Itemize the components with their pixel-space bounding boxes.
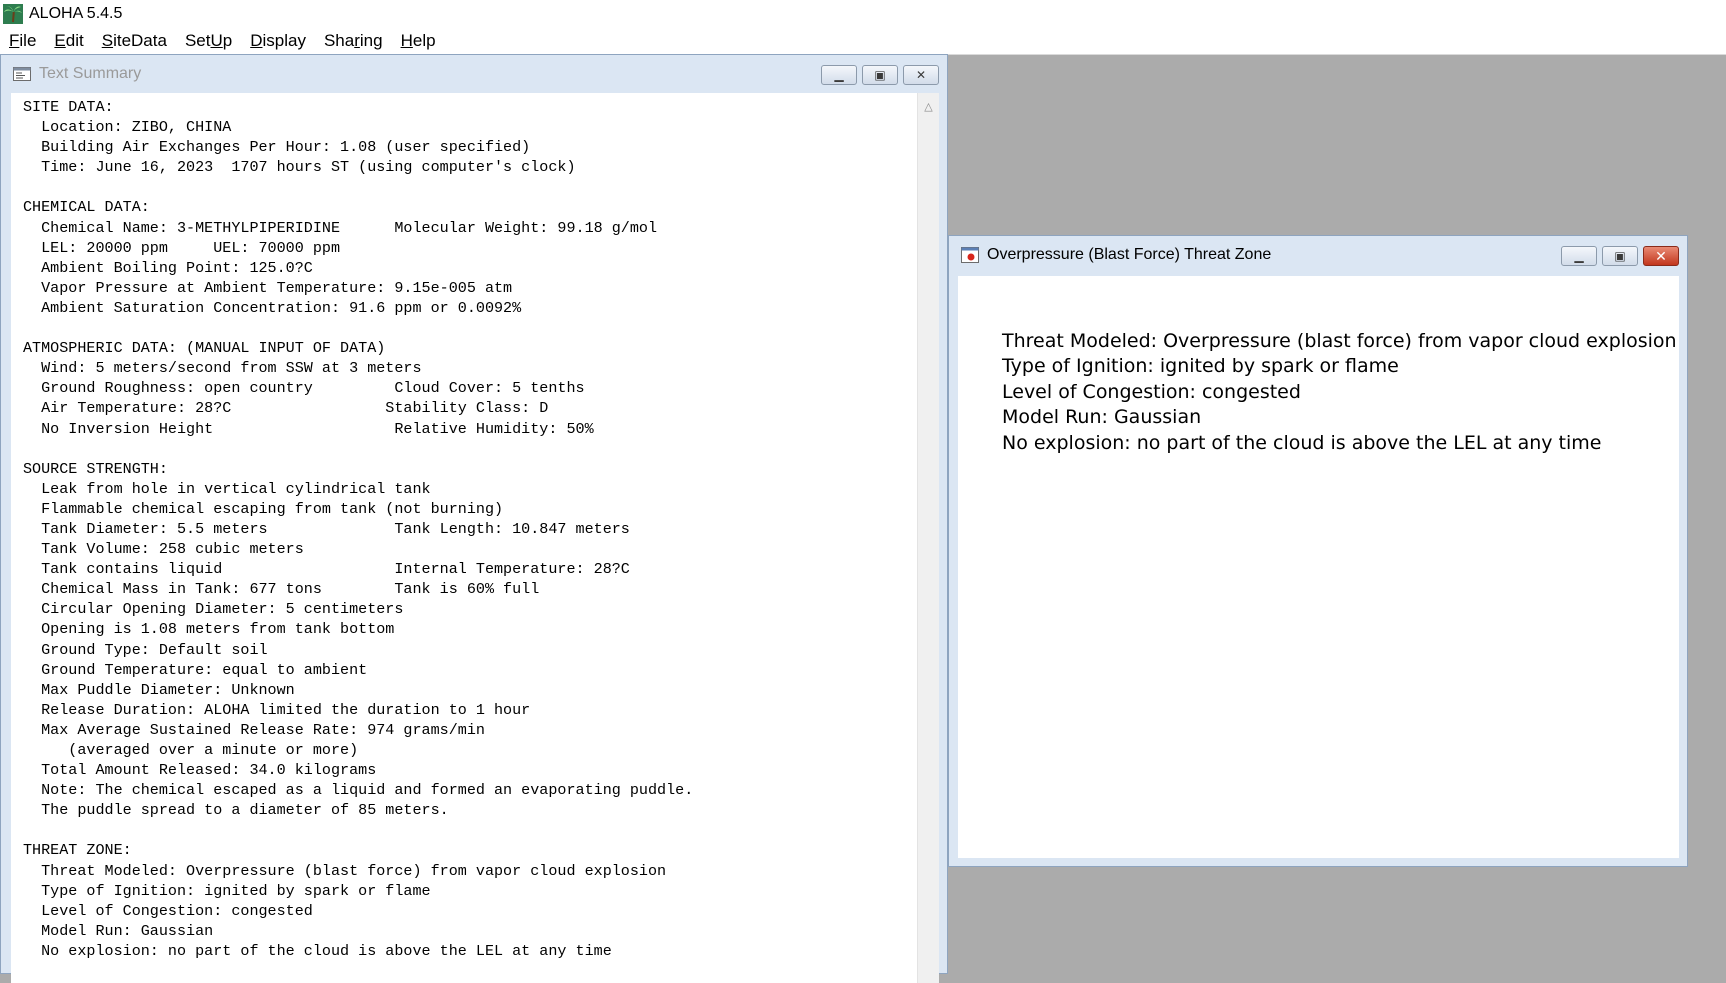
threat-zone-window[interactable]: Overpressure (Blast Force) Threat Zone ▁… bbox=[948, 235, 1688, 867]
threat-zone-content[interactable]: Threat Modeled: Overpressure (blast forc… bbox=[958, 276, 1679, 858]
restore-icon: ▣ bbox=[1614, 249, 1626, 263]
summary-line: Location: ZIBO, CHINA bbox=[23, 118, 232, 137]
menu-bar: File Edit SiteData SetUp Display Sharing Help bbox=[0, 28, 1726, 55]
summary-line: ATMOSPHERIC DATA: (MANUAL INPUT OF DATA) bbox=[23, 339, 386, 358]
summary-line: Chemical Mass in Tank: 677 tons Tank is … bbox=[23, 580, 540, 599]
menu-item-help[interactable]: Help bbox=[401, 31, 436, 51]
threat-zone-title: Overpressure (Blast Force) Threat Zone bbox=[987, 246, 1272, 263]
restore-button[interactable]: ▣ bbox=[1602, 246, 1638, 266]
minimize-button[interactable]: ▁ bbox=[1561, 246, 1597, 266]
vertical-scrollbar[interactable]: △ bbox=[917, 93, 939, 983]
summary-line: Max Puddle Diameter: Unknown bbox=[23, 680, 295, 699]
summary-line: Ground Type: Default soil bbox=[23, 640, 268, 659]
text-document-icon bbox=[13, 67, 31, 81]
close-button[interactable]: ✕ bbox=[903, 65, 939, 85]
palm-tree-icon bbox=[3, 4, 23, 24]
text-summary-title: Text Summary bbox=[39, 65, 142, 82]
summary-line: Leak from hole in vertical cylindrical t… bbox=[23, 479, 431, 498]
menu-item-display[interactable]: Display bbox=[250, 31, 306, 51]
summary-line: Air Temperature: 28?C Stability Class: D bbox=[23, 399, 549, 418]
summary-line: (averaged over a minute or more) bbox=[23, 741, 359, 759]
restore-icon: ▣ bbox=[874, 68, 886, 82]
restore-button[interactable]: ▣ bbox=[862, 65, 898, 85]
summary-line: Ambient Boiling Point: 125.0?C bbox=[23, 258, 313, 277]
minimize-icon: ▁ bbox=[1574, 249, 1584, 263]
summary-line: Wind: 5 meters/second from SSW at 3 mete… bbox=[23, 359, 422, 378]
app-title: ALOHA 5.4.5 bbox=[29, 5, 123, 22]
minimize-button[interactable]: ▁ bbox=[821, 65, 857, 85]
summary-line: Flammable chemical escaping from tank (n… bbox=[23, 499, 504, 518]
summary-line: Release Duration: ALOHA limited the dura… bbox=[23, 700, 531, 719]
close-icon: ✕ bbox=[915, 68, 927, 82]
summary-line: Total Amount Released: 34.0 kilograms bbox=[23, 761, 377, 780]
menu-item-sitedata[interactable]: SiteData bbox=[102, 31, 167, 51]
close-icon: ✕ bbox=[1655, 248, 1667, 264]
threat-zone-line: Level of Congestion: congested bbox=[1002, 380, 1301, 403]
summary-line: Note: The chemical escaped as a liquid a… bbox=[23, 781, 694, 800]
menu-item-edit[interactable]: Edit bbox=[54, 31, 83, 51]
summary-line: The puddle spread to a diameter of 85 me… bbox=[23, 801, 449, 820]
summary-line: Ground Temperature: equal to ambient bbox=[23, 660, 368, 679]
summary-line: Opening is 1.08 meters from tank bottom bbox=[23, 620, 395, 639]
summary-line: Time: June 16, 2023 1707 hours ST (using… bbox=[23, 158, 576, 177]
text-summary-window[interactable]: Text Summary ▁ ▣ ✕ SITE DATA: Location: … bbox=[0, 54, 948, 983]
summary-text: SITE DATA: Location: ZIBO, CHINA Buildin… bbox=[11, 93, 917, 961]
menu-item-sharing[interactable]: Sharing bbox=[324, 31, 383, 51]
summary-line: Chemical Name: 3-METHYLPIPERIDINE Molecu… bbox=[23, 218, 658, 237]
threat-zone-line: Type of Ignition: ignited by spark or fl… bbox=[1002, 355, 1399, 378]
summary-line: Tank contains liquid Internal Temperatur… bbox=[23, 560, 630, 579]
threat-zone-text: Threat Modeled: Overpressure (blast forc… bbox=[1002, 329, 1677, 456]
summary-line: LEL: 20000 ppm UEL: 70000 ppm bbox=[23, 238, 341, 257]
summary-line: Vapor Pressure at Ambient Temperature: 9… bbox=[23, 278, 513, 297]
minimize-icon: ▁ bbox=[834, 68, 844, 82]
summary-line: Model Run: Gaussian bbox=[23, 921, 214, 940]
scroll-up-arrow-icon[interactable]: △ bbox=[918, 99, 939, 115]
threat-zone-line: No explosion: no part of the cloud is ab… bbox=[1002, 431, 1602, 454]
summary-line: No explosion: no part of the cloud is ab… bbox=[23, 941, 612, 960]
threat-zone-icon bbox=[961, 247, 979, 263]
threat-zone-line: Model Run: Gaussian bbox=[1002, 406, 1202, 429]
summary-line: Level of Congestion: congested bbox=[23, 901, 313, 920]
summary-line: Tank Volume: 258 cubic meters bbox=[23, 540, 304, 559]
summary-line: CHEMICAL DATA: bbox=[23, 198, 150, 217]
summary-line: Ground Roughness: open country Cloud Cov… bbox=[23, 379, 585, 398]
app-title-bar: ALOHA 5.4.5 bbox=[0, 0, 1726, 28]
menu-item-setup[interactable]: SetUp bbox=[185, 31, 232, 51]
summary-line: SITE DATA: bbox=[23, 98, 114, 116]
threat-zone-title-bar[interactable]: Overpressure (Blast Force) Threat Zone ▁… bbox=[949, 236, 1687, 274]
summary-line: Circular Opening Diameter: 5 centimeters bbox=[23, 600, 404, 619]
summary-line: Threat Modeled: Overpressure (blast forc… bbox=[23, 861, 667, 880]
summary-line: Max Average Sustained Release Rate: 974 … bbox=[23, 720, 485, 739]
text-summary-content[interactable]: SITE DATA: Location: ZIBO, CHINA Buildin… bbox=[11, 93, 917, 983]
menu-item-file[interactable]: File bbox=[9, 31, 36, 51]
summary-line: Building Air Exchanges Per Hour: 1.08 (u… bbox=[23, 138, 531, 157]
close-button[interactable]: ✕ bbox=[1643, 246, 1679, 266]
summary-line: Ambient Saturation Concentration: 91.6 p… bbox=[23, 298, 522, 317]
summary-line: Type of Ignition: ignited by spark or fl… bbox=[23, 881, 431, 900]
summary-line: SOURCE STRENGTH: bbox=[23, 459, 168, 478]
summary-line: THREAT ZONE: bbox=[23, 841, 132, 860]
threat-zone-line: Threat Modeled: Overpressure (blast forc… bbox=[1002, 330, 1677, 352]
summary-line: Tank Diameter: 5.5 meters Tank Length: 1… bbox=[23, 519, 630, 538]
text-summary-title-bar[interactable]: Text Summary ▁ ▣ ✕ bbox=[1, 55, 947, 93]
summary-line: No Inversion Height Relative Humidity: 5… bbox=[23, 419, 594, 438]
